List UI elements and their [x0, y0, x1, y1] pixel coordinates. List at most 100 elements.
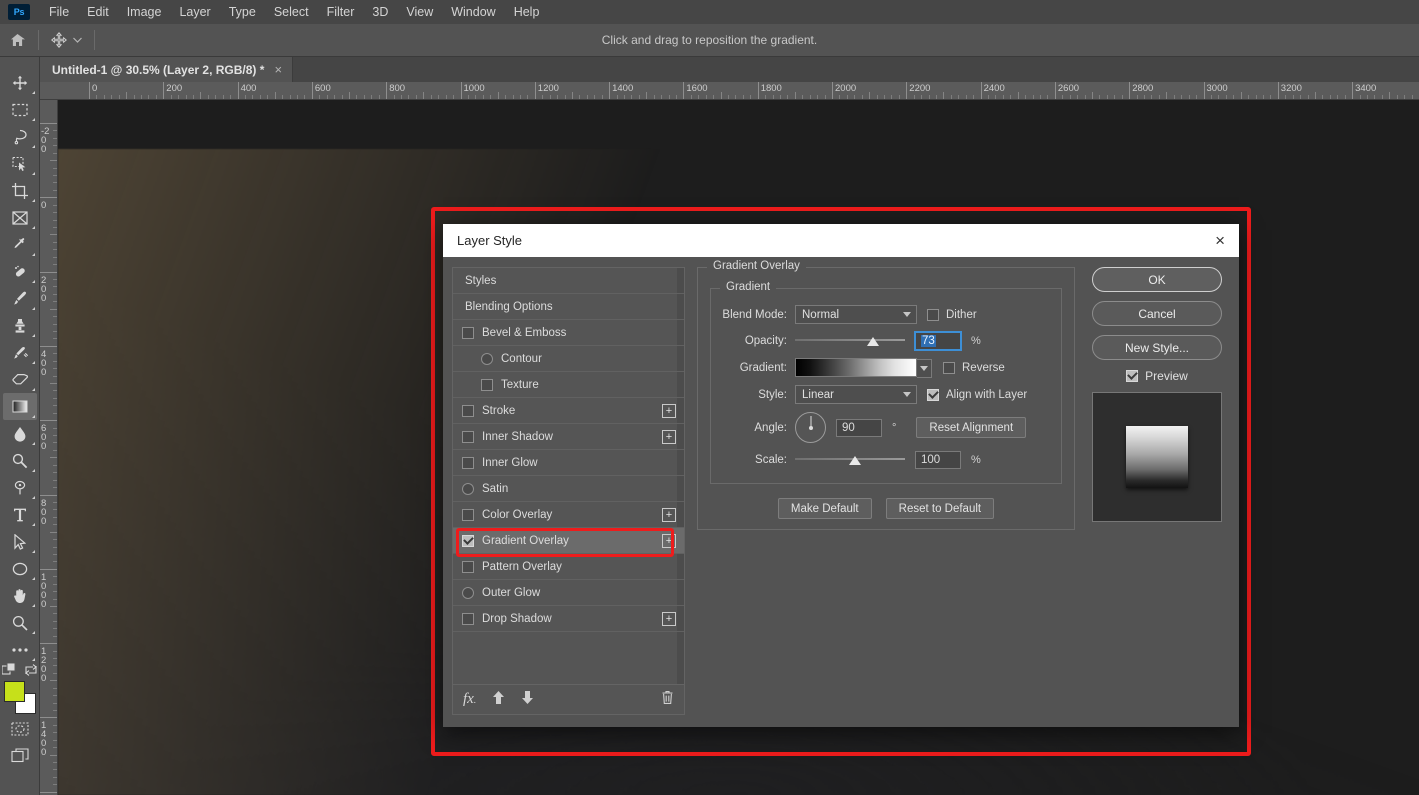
checkbox[interactable] [481, 378, 493, 391]
home-icon[interactable] [0, 24, 34, 57]
crop-tool[interactable] [3, 177, 37, 204]
menu-file[interactable]: File [40, 2, 78, 22]
screen-mode-icon[interactable] [3, 742, 37, 769]
menu-type[interactable]: Type [220, 2, 265, 22]
style-item-styles[interactable]: Styles [453, 268, 684, 294]
add-effect-icon[interactable]: + [662, 403, 676, 418]
style-item-outer-glow[interactable]: Outer Glow [453, 580, 684, 606]
add-effect-icon[interactable]: + [662, 611, 676, 626]
checkbox[interactable] [927, 308, 939, 321]
foreground-color-swatch[interactable] [3, 681, 25, 702]
blur-tool[interactable] [3, 420, 37, 447]
slider-knob[interactable] [848, 456, 861, 465]
hand-tool[interactable] [3, 582, 37, 609]
checkbox[interactable] [462, 534, 474, 547]
menu-filter[interactable]: Filter [318, 2, 364, 22]
opacity-input[interactable]: 73 [915, 332, 961, 350]
close-icon[interactable]: × [1211, 232, 1229, 249]
angle-dial[interactable] [795, 412, 826, 443]
checkbox[interactable] [462, 560, 474, 573]
close-icon[interactable]: × [274, 63, 282, 76]
style-item-inner-shadow[interactable]: Inner Shadow + [453, 424, 684, 450]
add-effect-icon[interactable]: + [662, 429, 676, 444]
lasso-tool[interactable] [3, 123, 37, 150]
pen-tool[interactable] [3, 474, 37, 501]
style-item-blending-options[interactable]: Blending Options [453, 294, 684, 320]
make-default-button[interactable]: Make Default [777, 498, 872, 519]
eyedropper-tool[interactable] [3, 231, 37, 258]
dodge-tool[interactable] [3, 447, 37, 474]
add-effect-icon[interactable]: + [662, 533, 676, 548]
edit-toolbar-tool[interactable] [3, 636, 37, 663]
add-effect-icon[interactable]: + [662, 507, 676, 522]
checkbox[interactable] [1126, 370, 1139, 382]
history-brush-tool[interactable] [3, 339, 37, 366]
gradient-style-select[interactable]: Linear [795, 385, 917, 404]
dither-checkbox-row[interactable]: Dither [927, 308, 977, 321]
style-item-gradient-overlay[interactable]: Gradient Overlay + [453, 528, 684, 554]
spot-healing-brush-tool[interactable] [3, 258, 37, 285]
menu-window[interactable]: Window [442, 2, 504, 22]
gradient-picker-button[interactable] [917, 359, 932, 378]
style-item-pattern-overlay[interactable]: Pattern Overlay [453, 554, 684, 580]
style-item-inner-glow[interactable]: Inner Glow [453, 450, 684, 476]
menu-select[interactable]: Select [265, 2, 318, 22]
checkbox[interactable] [462, 456, 474, 469]
checkbox[interactable] [462, 612, 474, 625]
opacity-slider[interactable] [795, 334, 905, 348]
object-selection-tool[interactable] [3, 150, 37, 177]
menu-edit[interactable]: Edit [78, 2, 118, 22]
new-style-button[interactable]: New Style... [1092, 335, 1222, 360]
type-tool[interactable] [3, 501, 37, 528]
style-item-stroke[interactable]: Stroke + [453, 398, 684, 424]
clone-stamp-tool[interactable] [3, 312, 37, 339]
reset-alignment-button[interactable]: Reset Alignment [916, 417, 1027, 438]
cancel-button[interactable]: Cancel [1092, 301, 1222, 326]
style-item-drop-shadow[interactable]: Drop Shadow + [453, 606, 684, 632]
style-item-texture[interactable]: Texture [453, 372, 684, 398]
move-down-icon[interactable] [521, 690, 534, 710]
style-item-contour[interactable]: Contour [453, 346, 684, 372]
gradient-preview-swatch[interactable] [795, 358, 932, 378]
checkbox[interactable] [462, 482, 474, 495]
checkbox[interactable] [481, 352, 493, 365]
style-item-color-overlay[interactable]: Color Overlay + [453, 502, 684, 528]
brush-tool[interactable] [3, 285, 37, 312]
frame-tool[interactable] [3, 204, 37, 231]
move-tool[interactable] [3, 69, 37, 96]
style-item-satin[interactable]: Satin [453, 476, 684, 502]
preview-checkbox-row[interactable]: Preview [1126, 369, 1188, 383]
ellipse-tool[interactable] [3, 555, 37, 582]
blend-mode-select[interactable]: Normal [795, 305, 917, 324]
fx-icon[interactable]: fx. [463, 691, 476, 708]
checkbox[interactable] [943, 361, 955, 374]
quick-mask-icon[interactable] [3, 715, 37, 742]
eraser-tool[interactable] [3, 366, 37, 393]
menu-3d[interactable]: 3D [363, 2, 397, 22]
rectangular-marquee-tool[interactable] [3, 96, 37, 123]
gradient-tool[interactable] [2, 393, 37, 420]
align-with-layer-row[interactable]: Align with Layer [927, 388, 1027, 401]
checkbox[interactable] [927, 388, 939, 401]
menu-help[interactable]: Help [505, 2, 549, 22]
zoom-tool[interactable] [3, 609, 37, 636]
angle-input[interactable]: 90 [836, 418, 882, 437]
menu-image[interactable]: Image [118, 2, 171, 22]
scale-slider[interactable] [795, 453, 905, 467]
trash-icon[interactable] [661, 690, 674, 710]
style-item-bevel-emboss[interactable]: Bevel & Emboss [453, 320, 684, 346]
checkbox[interactable] [462, 508, 474, 521]
slider-knob[interactable] [866, 337, 879, 346]
scale-input[interactable]: 100 [915, 451, 961, 469]
menu-layer[interactable]: Layer [170, 2, 219, 22]
path-selection-tool[interactable] [3, 528, 37, 555]
reset-to-default-button[interactable]: Reset to Default [885, 498, 995, 519]
checkbox[interactable] [462, 326, 474, 339]
checkbox[interactable] [462, 404, 474, 417]
checkbox[interactable] [462, 586, 474, 599]
checkbox[interactable] [462, 430, 474, 443]
active-tool-preview[interactable] [43, 24, 90, 57]
ok-button[interactable]: OK [1092, 267, 1222, 292]
reverse-checkbox-row[interactable]: Reverse [943, 361, 1005, 374]
move-up-icon[interactable] [492, 690, 505, 710]
